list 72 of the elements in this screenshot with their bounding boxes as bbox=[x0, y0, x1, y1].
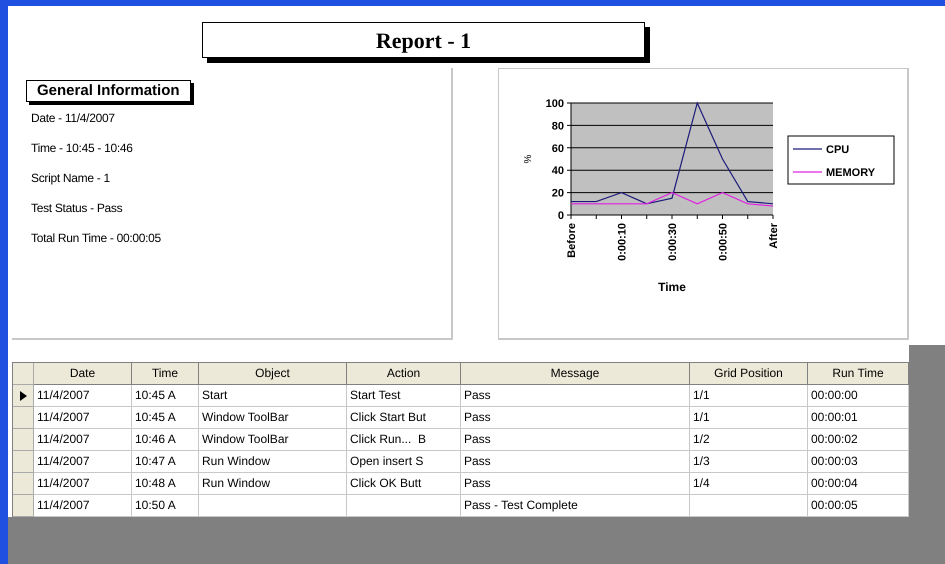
info-line: Time - 10:45 - 10:46 bbox=[30, 140, 133, 157]
column-header[interactable]: Action bbox=[347, 363, 461, 385]
table-cell: 1/4 bbox=[690, 473, 808, 495]
x-tick-label: After bbox=[768, 223, 780, 249]
table-cell: Pass bbox=[461, 473, 690, 495]
table-cell: Pass bbox=[461, 407, 690, 429]
table-cell: 00:00:05 bbox=[808, 495, 909, 517]
table-cell: Pass bbox=[461, 429, 690, 451]
table-cell: 11/4/2007 bbox=[34, 495, 132, 517]
legend-line bbox=[793, 171, 822, 173]
table-cell: 10:48 A bbox=[132, 473, 199, 495]
table-cell: 11/4/2007 bbox=[34, 451, 132, 473]
y-tick-label: 0 bbox=[558, 210, 564, 222]
current-row-icon bbox=[20, 390, 26, 400]
table-cell: 10:50 A bbox=[132, 495, 199, 517]
table-cell: Start Test bbox=[347, 385, 461, 407]
table-cell: 11/4/2007 bbox=[34, 385, 132, 407]
table-cell: 1/2 bbox=[690, 429, 808, 451]
table-cell: 00:00:03 bbox=[808, 451, 909, 473]
table-cell: 00:00:04 bbox=[808, 473, 909, 495]
table-cell: 00:00:00 bbox=[808, 385, 909, 407]
legend-label: MEMORY bbox=[826, 167, 876, 179]
x-axis-title: Time bbox=[658, 280, 686, 294]
y-tick-label: 60 bbox=[552, 142, 564, 155]
table-cell: 10:46 A bbox=[132, 429, 199, 451]
table-cell: 10:45 A bbox=[132, 385, 199, 407]
table-cell: Window ToolBar bbox=[199, 407, 347, 429]
table-cell: Pass bbox=[461, 451, 690, 473]
x-tick-label: 0:00:30 bbox=[667, 223, 679, 261]
table-cell: 11/4/2007 bbox=[34, 473, 132, 495]
x-tick-label: Before bbox=[566, 223, 578, 258]
table-cell: 00:00:02 bbox=[808, 429, 909, 451]
table-cell: Run Window bbox=[199, 451, 347, 473]
table-cell: Start bbox=[199, 385, 347, 407]
table-cell: 1/3 bbox=[690, 451, 808, 473]
column-header[interactable]: Grid Position bbox=[690, 363, 808, 385]
column-header[interactable]: Object bbox=[199, 363, 347, 385]
column-header[interactable]: Run Time bbox=[808, 363, 909, 385]
table-cell: Open insert S bbox=[347, 451, 461, 473]
x-tick-label: 0:00:10 bbox=[616, 223, 628, 261]
x-tick-label: 0:00:50 bbox=[718, 223, 730, 261]
legend-label: CPU bbox=[826, 144, 850, 156]
table-cell: 11/4/2007 bbox=[34, 429, 132, 451]
column-header[interactable]: Date bbox=[34, 363, 132, 385]
y-tick-label: 20 bbox=[552, 188, 564, 200]
y-tick-label: 100 bbox=[546, 98, 564, 110]
info-line: Total Run Time - 00:00:05 bbox=[30, 230, 161, 247]
y-tick-label: 40 bbox=[552, 165, 564, 178]
table-cell: 10:45 A bbox=[132, 407, 199, 429]
table-cell: 00:00:01 bbox=[808, 407, 909, 429]
column-header[interactable]: Time bbox=[132, 363, 199, 385]
table-cell: Pass - Test Complete bbox=[461, 495, 690, 517]
info-line: Test Status - Pass bbox=[30, 200, 122, 217]
table-cell: Click OK Butt bbox=[347, 473, 461, 495]
y-tick-label: 80 bbox=[552, 120, 564, 132]
table-cell: Click Run... B bbox=[347, 429, 461, 451]
section-heading: General Information bbox=[26, 80, 191, 102]
table-cell: 11/4/2007 bbox=[34, 407, 132, 429]
column-header[interactable]: Message bbox=[461, 363, 690, 385]
table-cell: 1/1 bbox=[690, 407, 808, 429]
table-cell: Window ToolBar bbox=[199, 429, 347, 451]
row-selector[interactable] bbox=[13, 385, 34, 407]
info-line: Date - 11/4/2007 bbox=[30, 110, 115, 127]
table-cell: Pass bbox=[461, 385, 690, 407]
table-cell: 1/1 bbox=[690, 385, 808, 407]
table-cell: Click Start But bbox=[347, 407, 461, 429]
table-cell: 10:47 A bbox=[132, 451, 199, 473]
info-line: Script Name - 1 bbox=[30, 170, 110, 187]
table-cell: Run Window bbox=[199, 473, 347, 495]
y-axis-title: % bbox=[523, 154, 534, 164]
header-corner bbox=[13, 363, 34, 385]
legend-line bbox=[793, 148, 822, 150]
